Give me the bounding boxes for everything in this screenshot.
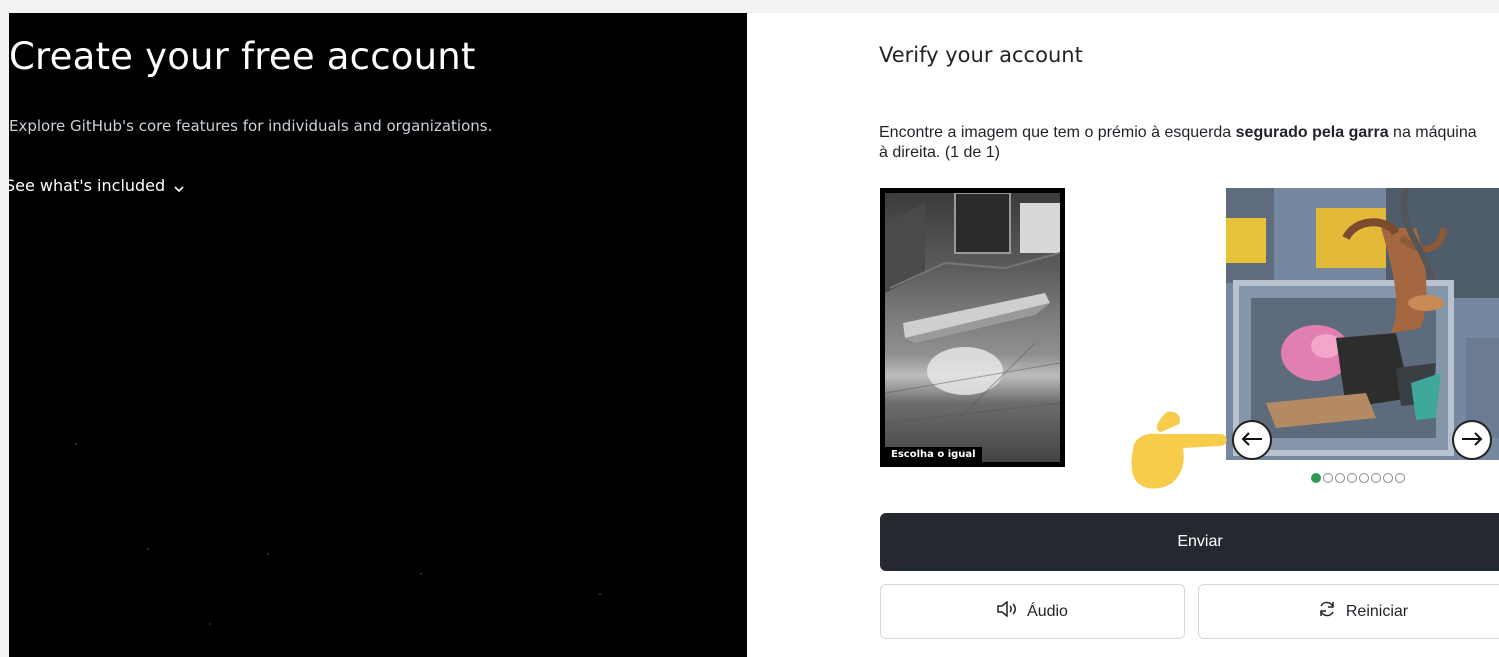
pagination-dot[interactable] <box>1311 473 1321 483</box>
claw-machine-image[interactable] <box>1226 188 1499 460</box>
see-whats-included-label: See what's included <box>9 176 166 195</box>
page-title: Create your free account <box>9 35 476 78</box>
pagination-dot[interactable] <box>1347 473 1357 483</box>
restart-label: Reiniciar <box>1345 602 1409 620</box>
pagination-dot[interactable] <box>1395 473 1405 483</box>
audio-label: Áudio <box>1027 602 1068 620</box>
captcha-heading: Verify your account <box>879 43 1083 67</box>
captcha-panel: Verify your account Encontre a imagem qu… <box>747 13 1499 657</box>
instruction-text: Encontre a imagem que tem o prémio à esq… <box>879 124 1236 141</box>
pagination-dot[interactable] <box>1371 473 1381 483</box>
refresh-icon <box>1318 600 1336 623</box>
arrow-right-icon <box>1461 431 1483 450</box>
see-whats-included-toggle[interactable]: See what's included <box>9 176 185 195</box>
reference-photo <box>885 193 1060 462</box>
reference-image: Escolha o igual <box>880 188 1065 467</box>
pagination-dot[interactable] <box>1359 473 1369 483</box>
star-decoration <box>147 548 149 550</box>
image-pagination <box>1311 473 1405 483</box>
pagination-dot[interactable] <box>1383 473 1393 483</box>
star-decoration <box>599 593 601 595</box>
arrow-left-icon <box>1241 431 1263 450</box>
star-decoration <box>420 573 422 575</box>
instruction-emphasis: segurado pela garra <box>1235 124 1389 141</box>
speaker-icon <box>997 600 1017 622</box>
star-decoration <box>209 623 211 625</box>
star-decoration <box>267 553 269 555</box>
page-subtitle: Explore GitHub's core features for indiv… <box>9 117 493 135</box>
pagination-dot[interactable] <box>1335 473 1345 483</box>
captcha-instruction: Encontre a imagem que tem o prémio à esq… <box>879 123 1489 163</box>
star-decoration <box>75 443 77 445</box>
next-image-button[interactable] <box>1452 420 1492 460</box>
signup-hero-panel: Create your free account Explore GitHub'… <box>9 13 747 657</box>
pointing-hand-icon <box>1125 410 1235 500</box>
reference-scene <box>885 193 1060 462</box>
reference-caption: Escolha o igual <box>885 447 982 462</box>
prev-image-button[interactable] <box>1232 420 1272 460</box>
claw-scene <box>1226 188 1499 460</box>
chevron-down-icon <box>173 180 185 192</box>
pagination-dot[interactable] <box>1323 473 1333 483</box>
audio-button[interactable]: Áudio <box>880 584 1185 639</box>
submit-button[interactable]: Enviar <box>880 513 1499 571</box>
restart-button[interactable]: Reiniciar <box>1198 584 1499 639</box>
